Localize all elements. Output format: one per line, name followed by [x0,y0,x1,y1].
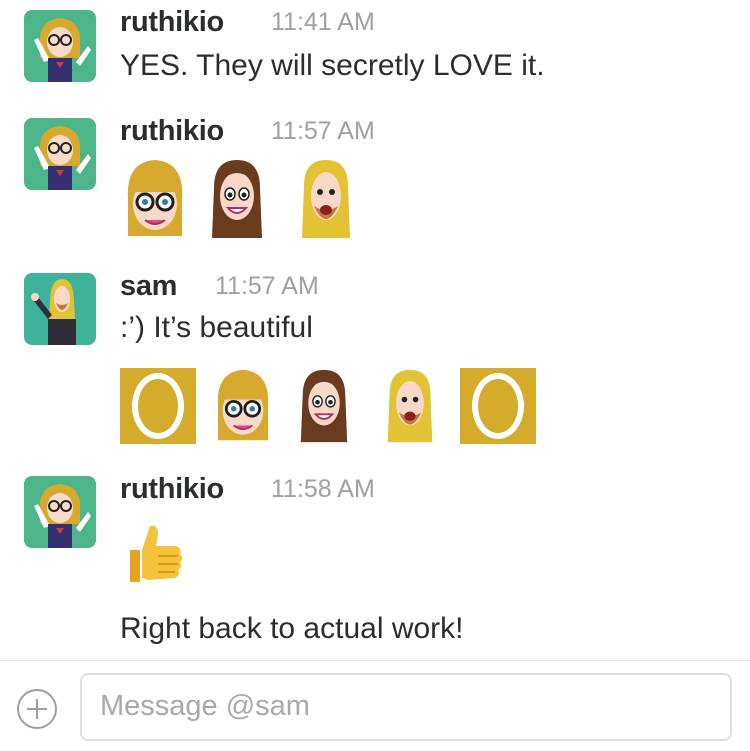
plus-circle-icon [17,689,57,729]
message-composer [0,660,750,751]
avatar-ruthikio[interactable] [24,10,96,82]
message-timestamp[interactable]: 11:57 AM [215,272,319,301]
message-author[interactable]: ruthikio [120,473,224,506]
message-input-container [80,673,732,741]
message-author[interactable]: ruthikio [120,115,224,148]
avatar-ruthikio[interactable] [24,476,96,548]
custom-emoji-blonde-glasses-face[interactable] [212,368,274,444]
add-attachment-button[interactable] [15,687,59,731]
avatar-sam[interactable] [24,273,96,345]
message-text: :’) It’s beautiful [120,311,313,344]
message-author[interactable]: ruthikio [120,6,224,39]
thumbs-up-icon[interactable] [120,520,186,586]
custom-emoji-brown-hair-face[interactable] [298,368,350,444]
message-text: Right back to actual work! [120,612,464,645]
custom-emoji-gold-ring[interactable] [460,368,536,444]
message-text: YES. They will secretly LOVE it. [120,49,545,82]
message-author[interactable]: sam [120,270,177,303]
message-timestamp[interactable]: 11:57 AM [271,117,375,146]
custom-emoji-blonde-glasses-face[interactable] [122,158,188,240]
avatar-ruthikio[interactable] [24,118,96,190]
custom-emoji-blonde-beard-face[interactable] [300,158,352,240]
custom-emoji-brown-hair-face[interactable] [210,158,264,240]
message-timestamp[interactable]: 11:58 AM [271,475,375,504]
message-input[interactable] [98,675,702,737]
custom-emoji-gold-ring[interactable] [120,368,196,444]
custom-emoji-blonde-beard-face[interactable] [384,368,436,444]
message-timestamp[interactable]: 11:41 AM [271,8,375,37]
